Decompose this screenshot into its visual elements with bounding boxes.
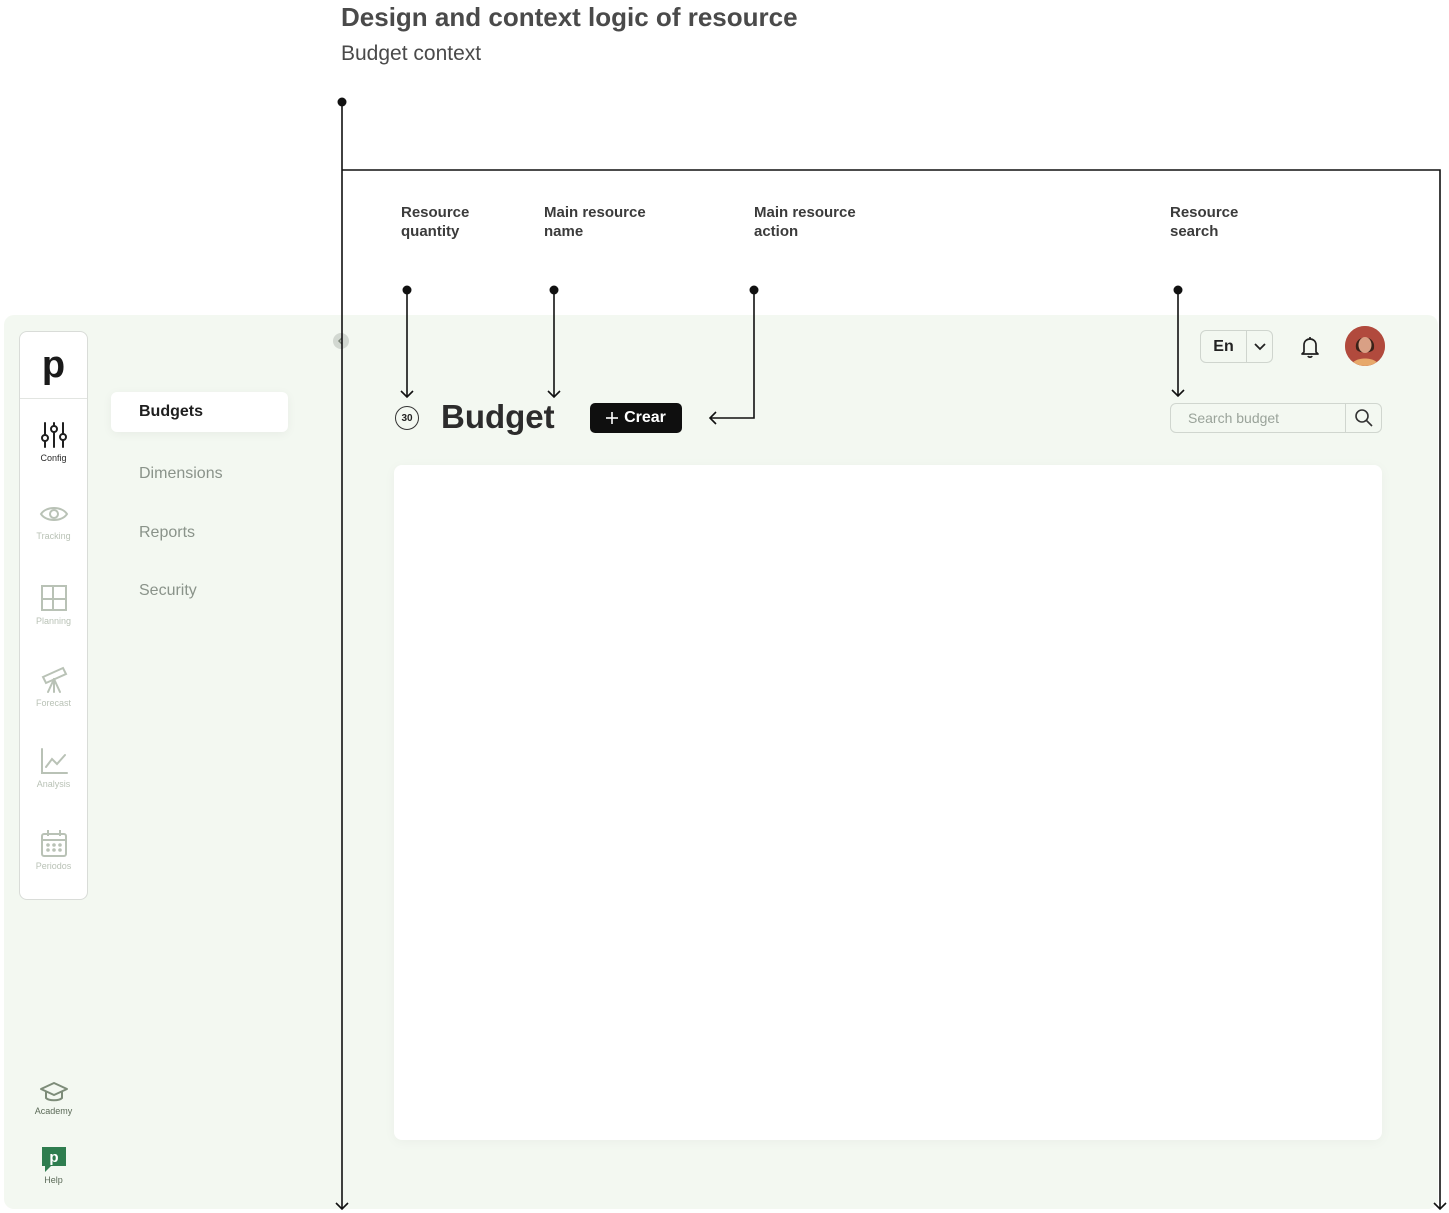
rail-label-forecast: Forecast [35, 698, 71, 708]
calendar-icon [40, 830, 67, 857]
page-title: Budget [441, 398, 555, 435]
chevron-left-icon [337, 337, 343, 345]
content-panel [394, 465, 1382, 1140]
svg-text:p: p [49, 1149, 58, 1166]
rail-item-planning[interactable]: Planning [20, 583, 87, 626]
rail-label-config: Config [40, 453, 67, 463]
rail-label-periodos: Periodos [35, 861, 72, 871]
logo-letter: p [41, 344, 66, 386]
rail-item-config[interactable]: Config [20, 420, 87, 463]
academy-label: Academy [34, 1106, 73, 1116]
language-code: En [1201, 331, 1247, 362]
resource-count-badge: 30 [395, 406, 419, 430]
language-selector[interactable]: En [1200, 330, 1273, 363]
subnav-item-dimensions[interactable]: Dimensions [139, 465, 223, 483]
bell-icon [1301, 337, 1319, 358]
help-chat-icon: p [41, 1147, 66, 1172]
create-button[interactable]: Crear [590, 403, 682, 433]
help-label: Help [44, 1175, 63, 1185]
document-title: Design and context logic of resource [341, 2, 798, 32]
subnav-item-budgets[interactable]: Budgets [111, 392, 288, 432]
eye-icon [39, 507, 68, 521]
document-subtitle: Budget context [341, 42, 482, 65]
graduation-cap-icon [39, 1082, 68, 1102]
subnav-item-reports[interactable]: Reports [139, 524, 195, 542]
notifications-button[interactable] [1299, 335, 1321, 364]
search-icon [1355, 409, 1373, 427]
user-avatar[interactable] [1345, 326, 1385, 366]
rail-item-tracking[interactable]: Tracking [20, 500, 87, 541]
sidebar-collapse-button[interactable] [333, 333, 349, 349]
rail-label-analysis: Analysis [36, 779, 71, 789]
search-button[interactable] [1345, 404, 1382, 432]
academy-button[interactable]: Academy [19, 1080, 88, 1116]
avatar-photo [1345, 326, 1385, 366]
main-nav-rail: p Config Tracking Planning Forecast Anal… [19, 331, 88, 900]
layout-icon [40, 585, 67, 611]
plus-icon [606, 412, 619, 424]
annotation-main-resource-action: Main resource action [754, 204, 856, 240]
rail-item-forecast[interactable]: Forecast [20, 663, 87, 708]
sliders-icon [40, 422, 67, 448]
subnav-label-budgets: Budgets [139, 403, 203, 420]
app-logo[interactable]: p [20, 332, 87, 399]
rail-label-planning: Planning [35, 616, 72, 626]
rail-label-tracking: Tracking [36, 531, 71, 541]
help-button[interactable]: p Help [19, 1145, 88, 1185]
annotation-resource-quantity: Resource quantity [401, 204, 470, 240]
chevron-down-icon [1253, 342, 1266, 350]
subnav-item-security[interactable]: Security [139, 582, 197, 600]
language-dropdown-toggle[interactable] [1247, 331, 1272, 362]
create-button-label: Crear [624, 409, 666, 426]
annotation-main-resource-name: Main resource name [544, 204, 646, 240]
search-input[interactable] [1171, 404, 1345, 432]
search-box [1170, 403, 1382, 433]
annotation-resource-search: Resource search [1170, 204, 1239, 240]
rail-item-analysis[interactable]: Analysis [20, 746, 87, 789]
line-chart-icon [40, 748, 68, 774]
rail-item-periodos[interactable]: Periodos [20, 828, 87, 871]
telescope-icon [41, 666, 67, 693]
